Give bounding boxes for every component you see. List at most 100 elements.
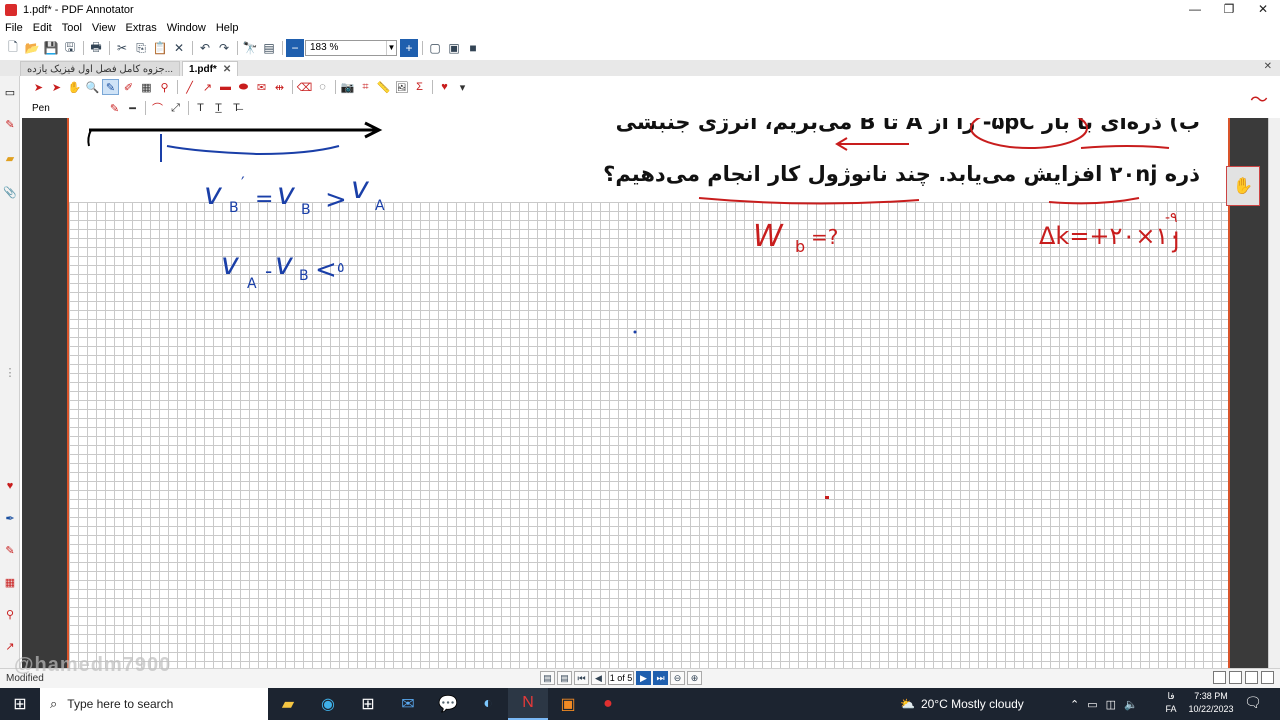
crop-icon[interactable]: ⌗ bbox=[357, 79, 374, 95]
sigma-icon[interactable]: Σ bbox=[411, 79, 428, 95]
text-strike-icon[interactable]: T̶ bbox=[228, 100, 245, 116]
fit-page-icon[interactable]: ▢ bbox=[426, 39, 444, 57]
stamp-image-icon[interactable]: ▦ bbox=[138, 79, 155, 95]
forward-icon[interactable]: ⊕ bbox=[687, 671, 702, 685]
tab-document-1[interactable]: جزوه کامل فصل اول فیزیک یازده... bbox=[20, 61, 181, 76]
menu-help[interactable]: Help bbox=[211, 22, 244, 34]
select-arrow-icon[interactable]: ➤ bbox=[30, 79, 47, 95]
pen-color-icon[interactable]: ✎ bbox=[106, 100, 123, 116]
favorites-dropdown-icon[interactable]: ▾ bbox=[454, 79, 471, 95]
auto-shape-icon[interactable]: ⤢ bbox=[167, 100, 184, 116]
favorite-pen-icon[interactable]: ✒ bbox=[2, 510, 18, 526]
recorder-icon[interactable]: ● bbox=[588, 688, 628, 720]
paste-icon[interactable]: 📋 bbox=[151, 39, 169, 57]
favorite-stamp-icon[interactable]: ⚲ bbox=[2, 606, 18, 622]
zoom-out-icon[interactable]: − bbox=[286, 39, 304, 57]
curve-icon[interactable]: ⌒ bbox=[149, 100, 166, 116]
chat-icon[interactable]: 💬 bbox=[428, 688, 468, 720]
two-continuous-icon[interactable] bbox=[1261, 671, 1274, 684]
taskbar-clock[interactable]: 7:38 PM 10/22/2023 bbox=[1186, 690, 1236, 716]
page-icon[interactable]: ▭ bbox=[2, 84, 18, 100]
text-underline-icon[interactable]: T̲ bbox=[210, 100, 227, 116]
arrow-icon[interactable]: ↗ bbox=[199, 79, 216, 95]
tray-chevron-icon[interactable]: ⌃ bbox=[1070, 698, 1079, 711]
ruler-icon[interactable]: 📏 bbox=[375, 79, 392, 95]
close-button[interactable]: ✕ bbox=[1246, 0, 1280, 18]
orange-app-icon[interactable]: ▣ bbox=[548, 688, 588, 720]
notification-icon[interactable]: 🗨 bbox=[1244, 694, 1262, 711]
ellipse-icon[interactable]: ⬬ bbox=[235, 79, 252, 95]
pdf-page[interactable]: ب) ذره‌ای با بار ۵pC- را از A تا B می‌بر… bbox=[67, 118, 1230, 668]
vertical-scrollbar[interactable] bbox=[1268, 118, 1280, 668]
menu-tool[interactable]: Tool bbox=[57, 22, 87, 34]
back-icon[interactable]: ⊖ bbox=[670, 671, 685, 685]
copy-icon[interactable]: ⎘ bbox=[132, 39, 150, 57]
battery-icon[interactable]: ▭ bbox=[1087, 698, 1097, 711]
zoom-select[interactable]: 183 % ▼ bbox=[305, 40, 397, 56]
continuous-icon[interactable] bbox=[1229, 671, 1242, 684]
favorite-marker-icon[interactable]: ✎ bbox=[2, 542, 18, 558]
single-page-icon[interactable] bbox=[1213, 671, 1226, 684]
page-view-icon[interactable]: ▤ bbox=[540, 671, 555, 685]
eraser-icon[interactable]: ⌫ bbox=[296, 79, 313, 95]
print-icon[interactable]: 🖶 bbox=[87, 39, 105, 57]
save-as-icon[interactable]: 🖫 bbox=[61, 39, 79, 57]
windows-start-icon[interactable]: ⊞ bbox=[0, 688, 40, 720]
open-icon[interactable]: 📂 bbox=[23, 39, 41, 57]
attachment-icon[interactable]: 📎 bbox=[2, 184, 18, 200]
store-icon[interactable]: ⊞ bbox=[348, 688, 388, 720]
lasso-icon[interactable]: ◌ bbox=[314, 79, 331, 95]
fit-width-icon[interactable]: ▣ bbox=[445, 39, 463, 57]
hand-icon[interactable]: ✋ bbox=[66, 79, 83, 95]
camera-icon[interactable]: 📷 bbox=[339, 79, 356, 95]
redo-icon[interactable]: ↷ bbox=[215, 39, 233, 57]
next-page-icon[interactable]: ▶ bbox=[636, 671, 651, 685]
two-page-icon[interactable] bbox=[1245, 671, 1258, 684]
splitter-icon[interactable]: ⋮ bbox=[2, 364, 18, 380]
save-icon[interactable]: 💾 bbox=[42, 39, 60, 57]
volume-icon[interactable]: 🔈 bbox=[1124, 698, 1138, 711]
document-viewport[interactable]: ب) ذره‌ای با بار ۵pC- را از A تا B می‌بر… bbox=[22, 118, 1268, 668]
first-page-icon[interactable]: ⏮ bbox=[574, 671, 589, 685]
cut-icon[interactable]: ✂ bbox=[113, 39, 131, 57]
favorite-heart-icon[interactable]: ♥ bbox=[2, 478, 18, 494]
line-width-icon[interactable]: ━ bbox=[124, 100, 141, 116]
find-icon[interactable]: 🔭 bbox=[241, 39, 259, 57]
page-view-2-icon[interactable]: ▤ bbox=[557, 671, 572, 685]
close-tab-icon[interactable]: ✕ bbox=[223, 64, 231, 75]
favorites-heart-icon[interactable]: ♥ bbox=[436, 79, 453, 95]
line-icon[interactable]: ╱ bbox=[181, 79, 198, 95]
minimize-button[interactable]: — bbox=[1178, 0, 1212, 18]
magnifier-icon[interactable]: 🔍 bbox=[84, 79, 101, 95]
full-screen-icon[interactable]: ■ bbox=[464, 39, 482, 57]
mail-icon[interactable]: ✉ bbox=[388, 688, 428, 720]
measure-icon[interactable]: ⇹ bbox=[271, 79, 288, 95]
favorite-image-icon[interactable]: ▦ bbox=[2, 574, 18, 590]
undo-icon[interactable]: ↶ bbox=[196, 39, 214, 57]
menu-extras[interactable]: Extras bbox=[121, 22, 162, 34]
app-circle-icon[interactable]: ◐ bbox=[468, 688, 508, 720]
pen-tool-icon[interactable]: ✎ bbox=[102, 79, 119, 95]
maximize-button[interactable]: ❐ bbox=[1212, 0, 1246, 18]
menu-window[interactable]: Window bbox=[162, 22, 211, 34]
previous-page-icon[interactable]: ◀ bbox=[591, 671, 606, 685]
marker-icon[interactable]: ✐ bbox=[120, 79, 137, 95]
page-setup-icon[interactable]: ▤ bbox=[260, 39, 278, 57]
side-panel-toggle-icon[interactable]: ✋ bbox=[1226, 166, 1260, 206]
page-indicator[interactable]: 1 of 5 bbox=[608, 671, 634, 685]
insert-image-icon[interactable]: 🖼 bbox=[393, 79, 410, 95]
delete-icon[interactable]: ✕ bbox=[170, 39, 188, 57]
language-indicator[interactable]: فا FA bbox=[1164, 690, 1178, 716]
zoom-in-icon[interactable]: + bbox=[400, 39, 418, 57]
menu-view[interactable]: View bbox=[87, 22, 121, 34]
pen-icon[interactable]: ✎ bbox=[2, 116, 18, 132]
menu-edit[interactable]: Edit bbox=[28, 22, 57, 34]
text-icon[interactable]: T bbox=[192, 100, 209, 116]
menu-file[interactable]: File bbox=[0, 22, 28, 34]
rectangle-icon[interactable]: ▬ bbox=[217, 79, 234, 95]
folder-icon[interactable]: ▰ bbox=[2, 150, 18, 166]
envelope-icon[interactable]: ✉ bbox=[253, 79, 270, 95]
new-icon[interactable]: 🗋 bbox=[4, 39, 22, 57]
tab-document-2[interactable]: 1.pdf* ✕ bbox=[182, 61, 239, 76]
file-explorer-icon[interactable]: ▰ bbox=[268, 688, 308, 720]
